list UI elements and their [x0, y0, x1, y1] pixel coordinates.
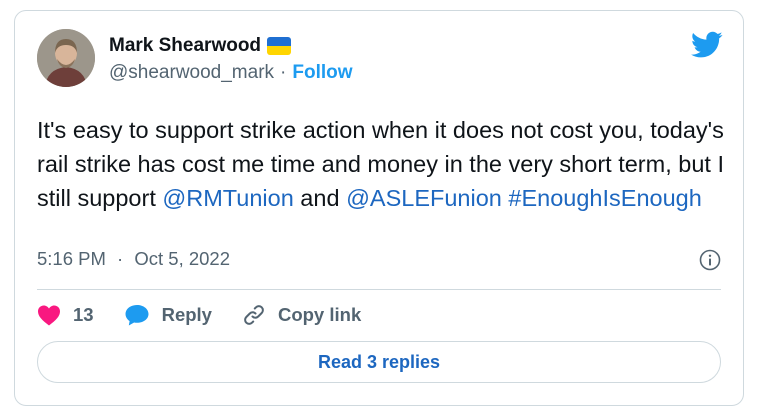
tweet-date: Oct 5, 2022	[134, 248, 231, 269]
read-replies-label: Read 3 replies	[317, 351, 441, 372]
tweet-text: It's easy to support strike action when …	[37, 113, 727, 215]
copy-link-label: Copy link	[277, 304, 362, 325]
like-button[interactable]: 13	[37, 304, 94, 326]
hashtag-enoughisenough-link[interactable]: #EnoughIsEnough	[508, 185, 701, 211]
tweet-time: 5:16 PM	[37, 248, 106, 269]
handle-separator: ·	[280, 62, 287, 83]
tweet-timestamp[interactable]: 5:16 PM · Oct 5, 2022	[37, 247, 230, 271]
mention-aslefunion-link[interactable]: @ASLEFunion	[346, 185, 502, 211]
info-icon[interactable]	[699, 249, 721, 271]
author-name[interactable]: Mark Shearwood	[109, 35, 261, 57]
copy-link-button[interactable]: Copy link	[242, 303, 361, 327]
divider	[37, 289, 721, 290]
link-icon	[244, 305, 264, 325]
author-avatar[interactable]	[37, 29, 95, 87]
author-name-row: Mark Shearwood	[109, 35, 292, 57]
tweet-actions: 13 Reply Copy link	[37, 301, 391, 329]
mention-rmtunion-link[interactable]: @RMTunion	[162, 185, 293, 211]
reply-button[interactable]: Reply	[124, 303, 212, 327]
tweet-text-part: and	[293, 185, 347, 211]
follow-button[interactable]: Follow	[292, 61, 352, 85]
reply-label: Reply	[161, 304, 212, 325]
reply-bubble-icon	[125, 305, 149, 326]
twitter-bird-icon[interactable]	[691, 31, 723, 59]
heart-icon	[38, 305, 60, 326]
ukraine-flag-icon	[267, 37, 292, 55]
date-separator: ·	[117, 248, 124, 269]
tweet-card: Mark Shearwood @shearwood_mark · Follow …	[14, 10, 744, 406]
author-handle-row: @shearwood_mark · Follow	[109, 61, 353, 85]
read-replies-button[interactable]: Read 3 replies	[37, 341, 721, 383]
like-count: 13	[73, 304, 94, 325]
author-handle[interactable]: @shearwood_mark	[109, 61, 274, 85]
